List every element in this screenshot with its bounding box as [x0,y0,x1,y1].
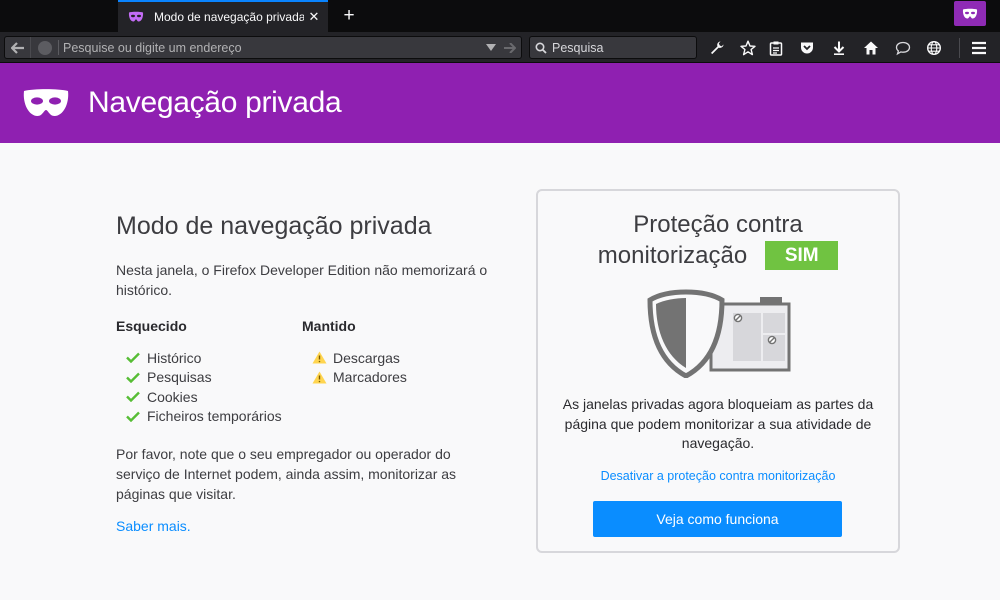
back-button[interactable] [5,37,31,58]
home-icon[interactable] [860,37,882,59]
checkmark-icon [125,409,141,423]
hamburger-menu-icon[interactable] [968,37,990,59]
list-item: Ficheiros temporários [116,407,302,427]
list-item: Cookies [116,387,302,407]
intro-text: Nesta janela, o Firefox Developer Editio… [116,262,488,298]
list-item: Marcadores [302,368,407,388]
list-item-label: Cookies [147,388,198,405]
card-title-line2: monitorização [597,242,748,269]
forgotten-column: Esquecido Histórico Pesquisas Cookies Fi… [116,318,302,426]
checkmark-icon [125,370,141,384]
list-item-label: Pesquisas [147,369,212,386]
card-description: As janelas privadas agora bloqueiam as p… [562,396,874,451]
tracking-protection-card: Proteção contra monitorização SIM As jan… [536,189,900,553]
back-arrow-icon [10,41,24,54]
tab-strip: Modo de navegação privada ✕ + [0,0,1000,32]
card-title-line1: Proteção contra [633,211,803,238]
list-item-label: Marcadores [333,369,407,386]
kept-column: Mantido Descargas Marcadores [302,318,407,426]
tab-title: Modo de navegação privada [154,10,304,24]
new-tab-button[interactable]: + [338,4,360,28]
status-badge: SIM [765,241,839,270]
list-item-label: Descargas [333,349,400,366]
list-item-label: Ficheiros temporários [147,408,282,425]
search-bar[interactable] [529,36,697,59]
star-icon[interactable] [737,37,759,59]
chat-bubble-icon[interactable] [892,37,914,59]
forgotten-heading: Esquecido [116,318,187,334]
card-title: Proteção contra monitorização SIM [538,209,898,271]
monitoring-note: Por favor, note que o seu empregador ou … [116,446,457,502]
private-browsing-indicator-icon [954,1,986,26]
tab-private-browsing[interactable]: Modo de navegação privada ✕ [118,0,328,32]
url-input[interactable] [63,40,483,55]
learn-more-link[interactable]: Saber mais. [116,518,191,534]
close-tab-icon[interactable]: ✕ [304,9,324,25]
warning-icon [311,351,327,365]
download-icon[interactable] [828,37,850,59]
section-heading: Modo de navegação privada [116,212,432,240]
globe-icon[interactable] [923,37,945,59]
checkmark-icon [125,390,141,404]
card-title-row2: monitorização SIM [538,240,898,271]
tracking-protection-illustration-icon [647,289,791,378]
list-item-label: Histórico [147,349,202,366]
search-icon [530,41,552,54]
clipboard-icon[interactable] [765,37,787,59]
pocket-icon[interactable] [796,37,818,59]
list-item: Descargas [302,348,407,368]
list-item: Histórico [116,348,302,368]
see-how-it-works-button[interactable]: Veja como funciona [593,501,842,537]
wrench-icon[interactable] [706,37,728,59]
private-browsing-header: Navegação privada [0,63,1000,143]
forgotten-kept-lists: Esquecido Histórico Pesquisas Cookies Fi… [116,318,506,426]
page-title: Navegação privada [88,86,342,119]
private-mask-icon [128,9,144,25]
url-bar[interactable] [4,36,522,59]
site-identity-icon[interactable] [38,40,52,55]
url-separator [58,40,59,55]
navigation-toolbar [0,32,1000,63]
search-input[interactable] [552,40,696,55]
go-arrow-icon[interactable] [499,42,521,53]
list-item: Pesquisas [116,368,302,388]
toolbar-separator [959,38,960,58]
checkmark-icon [125,351,141,365]
kept-heading: Mantido [302,318,356,334]
warning-icon [311,370,327,384]
disable-protection-link[interactable]: Desativar a proteção contra monitorizaçã… [538,469,898,483]
url-dropdown-icon[interactable] [483,44,499,51]
private-mask-icon [23,89,69,116]
private-browsing-info: Modo de navegação privada Nesta janela, … [116,212,506,536]
